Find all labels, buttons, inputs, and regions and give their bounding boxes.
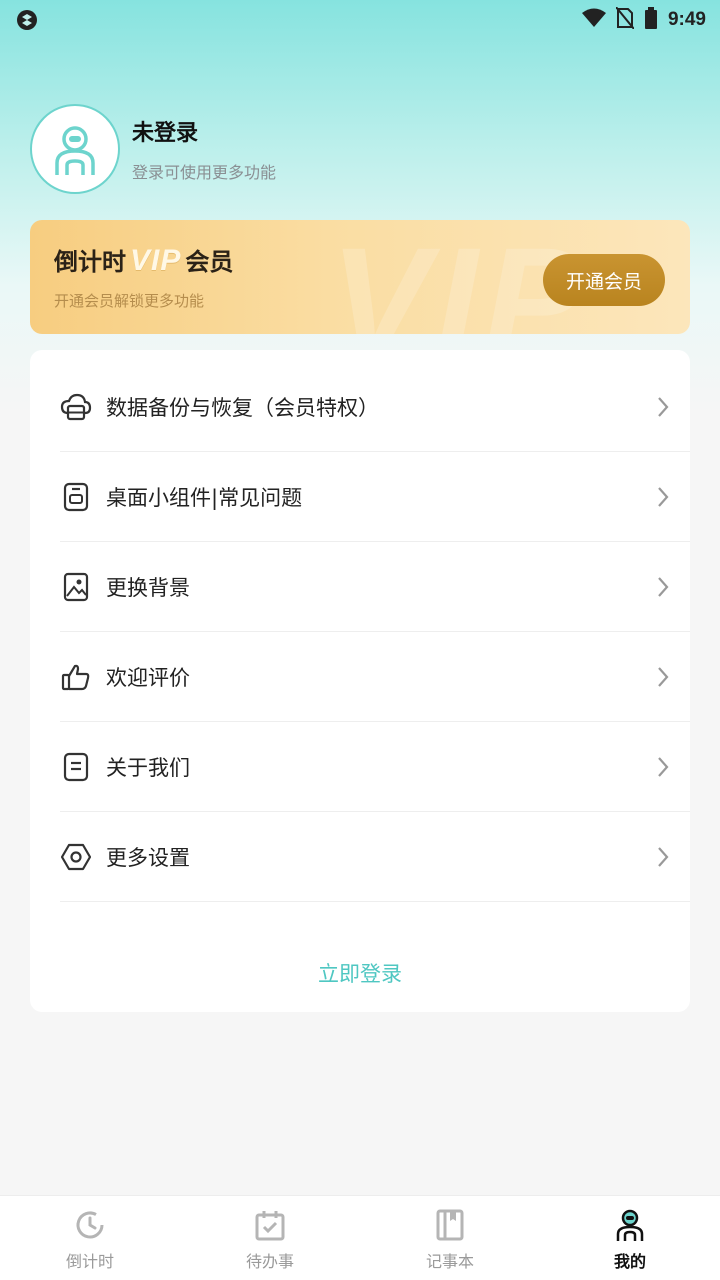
app-notification-icon [16, 9, 38, 31]
profile-name: 未登录 [132, 121, 199, 146]
user-avatar-icon [55, 126, 95, 175]
menu-item-background[interactable]: 更换背景 [60, 542, 690, 632]
profile-subtitle: 登录可使用更多功能 [132, 163, 277, 182]
clock-icon [73, 1208, 107, 1242]
document-icon [60, 751, 92, 783]
chevron-right-icon [648, 846, 678, 868]
vip-title-suffix: 会员 [185, 248, 234, 276]
nav-item-mine[interactable]: 我的 [540, 1196, 720, 1280]
vip-title-prefix: 倒计时 [54, 248, 126, 276]
profile-header[interactable]: 未登录 登录可使用更多功能 [30, 104, 276, 194]
nav-item-todo[interactable]: 待办事 [180, 1196, 360, 1280]
avatar[interactable] [30, 104, 120, 194]
thumbs-up-icon [60, 661, 92, 693]
menu-item-label: 更多设置 [106, 845, 190, 870]
notebook-icon [433, 1208, 467, 1242]
no-sim-icon [615, 6, 635, 33]
vip-title: 倒计时 VIP 会员 [54, 242, 233, 278]
menu-item-label: 数据备份与恢复（会员特权） [106, 395, 379, 420]
chevron-right-icon [648, 756, 678, 778]
vip-title-vip: VIP [130, 244, 182, 277]
menu-item-about[interactable]: 关于我们 [60, 722, 690, 812]
menu-item-backup[interactable]: 数据备份与恢复（会员特权） [60, 362, 690, 452]
nav-item-notebook[interactable]: 记事本 [360, 1196, 540, 1280]
nav-label: 记事本 [425, 1252, 474, 1271]
status-bar: 9:49 [0, 0, 720, 40]
menu-item-label: 关于我们 [106, 755, 190, 780]
menu-item-label: 更换背景 [106, 575, 190, 600]
vip-card[interactable]: VIP 倒计时 VIP 会员 开通会员解锁更多功能 开通会员 [30, 220, 690, 334]
profile-icon [613, 1208, 647, 1242]
battery-icon [644, 7, 658, 33]
menu-item-rate[interactable]: 欢迎评价 [60, 632, 690, 722]
chevron-right-icon [648, 396, 678, 418]
nav-label: 待办事 [245, 1252, 294, 1271]
nav-label: 我的 [613, 1252, 646, 1271]
nav-label: 倒计时 [65, 1252, 114, 1271]
menu-item-label: 欢迎评价 [106, 665, 190, 690]
chevron-right-icon [648, 486, 678, 508]
widget-icon [60, 481, 92, 513]
nav-item-countdown[interactable]: 倒计时 [0, 1196, 180, 1280]
wifi-icon [581, 8, 606, 32]
cloud-backup-icon [60, 391, 92, 423]
login-now-link[interactable]: 立即登录 [30, 958, 690, 988]
bottom-nav: 倒计时 待办事 记事本 我的 [0, 1195, 720, 1280]
menu-card: 数据备份与恢复（会员特权） 桌面小组件|常见问题 更换背景 欢迎评价 关于我们 … [30, 350, 690, 1012]
settings-icon [60, 841, 92, 873]
status-time: 9:49 [667, 9, 706, 30]
menu-item-label: 桌面小组件|常见问题 [106, 485, 303, 510]
calendar-check-icon [253, 1208, 287, 1242]
chevron-right-icon [648, 576, 678, 598]
vip-subtitle: 开通会员解锁更多功能 [54, 292, 205, 310]
open-membership-button[interactable]: 开通会员 [543, 254, 665, 306]
chevron-right-icon [648, 666, 678, 688]
menu-item-widget[interactable]: 桌面小组件|常见问题 [60, 452, 690, 542]
menu-item-settings[interactable]: 更多设置 [60, 812, 690, 902]
image-icon [60, 571, 92, 603]
